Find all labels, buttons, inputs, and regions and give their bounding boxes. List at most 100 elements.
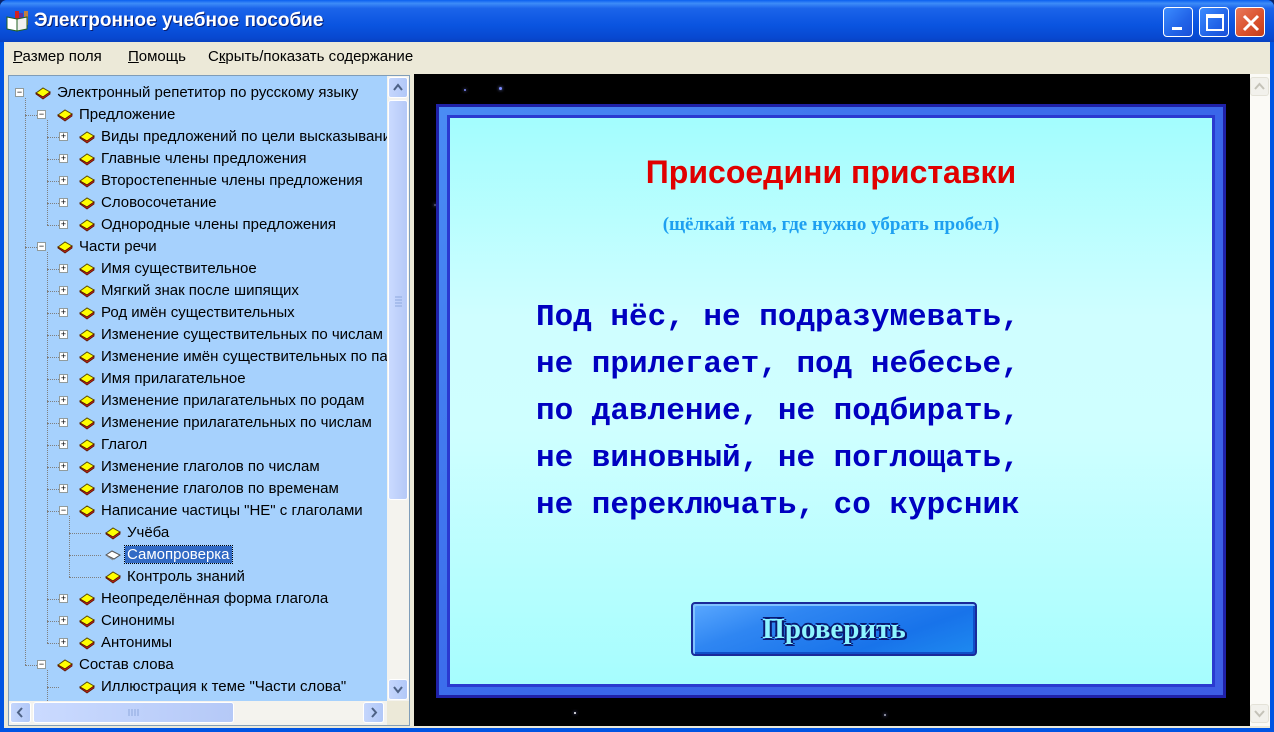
tree-item-label: Имя прилагательное: [101, 370, 246, 387]
collapse-icon[interactable]: −: [59, 506, 68, 515]
expand-icon[interactable]: +: [59, 616, 68, 625]
collapse-icon[interactable]: −: [37, 110, 46, 119]
book-icon: [79, 439, 95, 452]
tree-item[interactable]: + Мягкий знак после шипящих: [9, 280, 387, 302]
tree-item[interactable]: + Изменение имён существительных по падеж…: [9, 346, 387, 368]
expand-icon[interactable]: +: [59, 220, 68, 229]
tree-item[interactable]: + Имя существительное: [9, 258, 387, 280]
collapse-icon[interactable]: −: [37, 660, 46, 669]
exercise-line[interactable]: по давление, не подбирать,: [536, 388, 1020, 435]
tree-item[interactable]: Иллюстрация к теме "Части слова": [9, 676, 387, 698]
expand-icon[interactable]: +: [59, 176, 68, 185]
menu-field-size-mnemonic: Р: [13, 48, 23, 65]
expand-icon[interactable]: +: [59, 484, 68, 493]
star-decoration: [884, 714, 886, 716]
collapse-icon[interactable]: −: [15, 88, 24, 97]
expand-icon[interactable]: +: [59, 132, 68, 141]
tree-item[interactable]: − Состав слова: [9, 654, 387, 676]
menu-field-size[interactable]: Размер поля: [13, 48, 102, 65]
tree-connector: [47, 467, 59, 468]
content-scroll-down-button[interactable]: [1250, 704, 1269, 723]
tree-guide-line: [47, 120, 48, 225]
expand-icon[interactable]: +: [59, 352, 68, 361]
expand-icon[interactable]: +: [59, 308, 68, 317]
exercise-line[interactable]: не виновный, не поглощать,: [536, 435, 1020, 482]
content-vertical-scrollbar[interactable]: [1250, 74, 1270, 726]
expand-icon[interactable]: +: [59, 594, 68, 603]
tree-item[interactable]: + Второстепенные члены предложения: [9, 170, 387, 192]
tree-item[interactable]: − Части речи: [9, 236, 387, 258]
app-window: Электронное учебное пособие Размер поля …: [0, 0, 1274, 732]
tree-connector: [47, 599, 59, 600]
chevron-down-icon: [393, 686, 403, 694]
exercise-line[interactable]: Под нёс, не подразумевать,: [536, 294, 1020, 341]
tree-item[interactable]: + Изменение существительных по числам: [9, 324, 387, 346]
tree-vertical-scroll-thumb[interactable]: [388, 100, 408, 500]
tree-connector: [47, 225, 59, 226]
tree-item[interactable]: + Главные члены предложения: [9, 148, 387, 170]
chevron-down-icon: [1254, 710, 1265, 718]
exercise-text[interactable]: Под нёс, не подразумевать, не прилегает,…: [536, 294, 1020, 529]
exercise-line[interactable]: не прилегает, под небесье,: [536, 341, 1020, 388]
tree-item[interactable]: Самопроверка: [9, 544, 387, 566]
expand-icon[interactable]: +: [59, 330, 68, 339]
menu-help-mnemonic: П: [128, 48, 139, 65]
maximize-button[interactable]: [1199, 7, 1229, 37]
tree-guide-line: [47, 252, 48, 643]
content-scroll-up-button[interactable]: [1250, 77, 1269, 96]
tree-item[interactable]: + Виды предложений по цели высказывания: [9, 126, 387, 148]
tree-scroll-right-button[interactable]: [363, 702, 384, 723]
tree-item[interactable]: + Изменение прилагательных по числам: [9, 412, 387, 434]
tree-connector: [47, 181, 59, 182]
tree-item[interactable]: + Неопределённая форма глагола: [9, 588, 387, 610]
tree-horizontal-scrollbar[interactable]: [9, 701, 387, 725]
tree-item[interactable]: − Предложение: [9, 104, 387, 126]
tree-item-label: Контроль знаний: [127, 568, 245, 585]
tree-vertical-scrollbar[interactable]: [387, 76, 409, 702]
close-button[interactable]: [1235, 7, 1265, 37]
expand-icon[interactable]: +: [59, 264, 68, 273]
tree-item-label: Изменение прилагательных по числам: [101, 414, 372, 431]
tree-item[interactable]: + Синонимы: [9, 610, 387, 632]
tree-item[interactable]: + Однородные члены предложения: [9, 214, 387, 236]
tree-item[interactable]: − Написание частицы "НЕ" с глаголами: [9, 500, 387, 522]
menu-toggle-contents[interactable]: Скрыть/показать содержание: [208, 48, 413, 65]
tree-item[interactable]: + Имя прилагательное: [9, 368, 387, 390]
tree-item[interactable]: + Антонимы: [9, 632, 387, 654]
tree-connector: [25, 115, 37, 116]
tree-item[interactable]: + Изменение глаголов по временам: [9, 478, 387, 500]
tree-item-label: Предложение: [79, 106, 176, 123]
tree-item-label: Электронный репетитор по русскому языку: [57, 84, 359, 101]
tree-scroll-down-button[interactable]: [388, 679, 408, 700]
tree-item[interactable]: − Электронный репетитор по русскому языку: [9, 82, 387, 104]
exercise-line[interactable]: не переключать, со курсник: [536, 482, 1020, 529]
tree-connector: [47, 203, 59, 204]
tree-item-label: Род имён существительных: [101, 304, 295, 321]
book-icon: [57, 241, 73, 254]
expand-icon[interactable]: +: [59, 198, 68, 207]
tree-item[interactable]: + Род имён существительных: [9, 302, 387, 324]
tree-scroll-left-button[interactable]: [10, 702, 31, 723]
tree-item[interactable]: + Изменение глаголов по числам: [9, 456, 387, 478]
check-button[interactable]: Проверить: [691, 602, 977, 656]
expand-icon[interactable]: +: [59, 396, 68, 405]
expand-icon[interactable]: +: [59, 440, 68, 449]
tree-item[interactable]: + Глагол: [9, 434, 387, 456]
expand-icon[interactable]: +: [59, 374, 68, 383]
tree-horizontal-scroll-thumb[interactable]: [33, 702, 234, 723]
menu-help[interactable]: Помощь: [128, 48, 186, 65]
expand-icon[interactable]: +: [59, 286, 68, 295]
title-bar[interactable]: Электронное учебное пособие: [0, 0, 1274, 42]
expand-icon[interactable]: +: [59, 462, 68, 471]
tree-item[interactable]: + Изменение прилагательных по родам: [9, 390, 387, 412]
expand-icon[interactable]: +: [59, 154, 68, 163]
book-icon: [79, 615, 95, 628]
tree-item[interactable]: Учёба: [9, 522, 387, 544]
tree-item[interactable]: Контроль знаний: [9, 566, 387, 588]
minimize-button[interactable]: [1163, 7, 1193, 37]
tree-item[interactable]: + Словосочетание: [9, 192, 387, 214]
tree-scroll-up-button[interactable]: [388, 77, 408, 98]
expand-icon[interactable]: +: [59, 418, 68, 427]
expand-icon[interactable]: +: [59, 638, 68, 647]
collapse-icon[interactable]: −: [37, 242, 46, 251]
